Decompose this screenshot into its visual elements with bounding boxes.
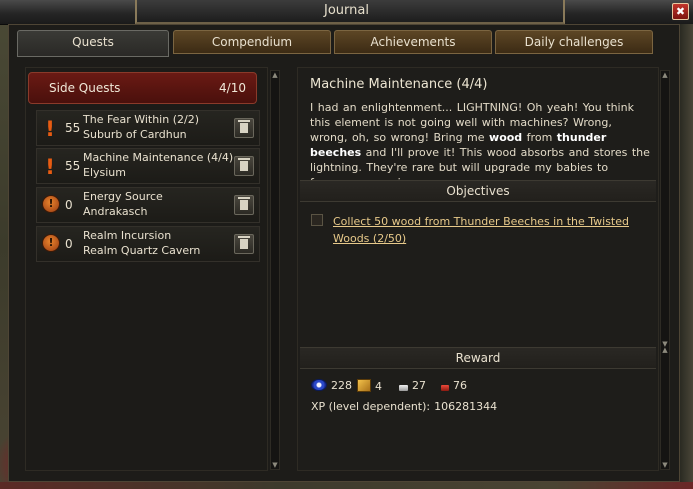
scroll-down-icon[interactable]: ▼ [662, 462, 668, 469]
scroll-up-icon[interactable]: ▲ [272, 72, 278, 79]
reward-copper: 76 [441, 379, 467, 392]
quest-zone: Suburb of Cardhun [83, 128, 187, 141]
right-edge-background [680, 24, 693, 489]
tab-bar: Quests Compendium Achievements Daily cha… [14, 30, 654, 57]
objectives-header: Objectives [300, 180, 656, 202]
trash-icon [238, 197, 250, 210]
side-quests-header[interactable]: Side Quests 4/10 [28, 72, 257, 104]
eye-icon [311, 379, 327, 391]
warning-circle-icon: ! [42, 195, 60, 213]
trash-icon [238, 120, 250, 133]
quest-row[interactable]: ! 0 Energy Source Andrakasch [36, 187, 260, 223]
side-quests-count: 4/10 [219, 81, 246, 95]
delete-quest-button[interactable] [234, 156, 254, 176]
delete-quest-button[interactable] [234, 118, 254, 138]
xp-value: 106281344 [434, 400, 498, 413]
bottom-edge-background [0, 482, 693, 489]
quest-row[interactable]: ! 55 Machine Maintenance (4/4) Elysium [36, 148, 260, 184]
scroll-up-icon[interactable]: ▲ [662, 72, 668, 79]
window-title: Journal [324, 3, 369, 18]
reward-silver: 27 [399, 379, 426, 392]
delete-quest-button[interactable] [234, 234, 254, 254]
quest-level: 55 [65, 159, 81, 173]
gold-icon [357, 379, 371, 392]
quest-zone: Elysium [83, 166, 126, 179]
reward-copper-value: 76 [453, 379, 467, 392]
quest-row[interactable]: ! 0 Realm Incursion Realm Quartz Cavern [36, 226, 260, 262]
quest-list-scrollbar[interactable]: ▲ ▼ [270, 70, 280, 470]
objective-link[interactable]: Collect 50 wood from Thunder Beeches in … [333, 213, 633, 247]
delete-quest-button[interactable] [234, 195, 254, 215]
objective-checkbox[interactable] [311, 214, 323, 226]
tab-daily-challenges[interactable]: Daily challenges [495, 30, 653, 54]
tab-quests[interactable]: Quests [17, 30, 169, 57]
side-quests-label: Side Quests [49, 81, 121, 95]
warning-circle-icon: ! [42, 234, 60, 252]
quest-name: Energy Source [83, 190, 163, 203]
copper-icon [441, 385, 449, 391]
quest-name: The Fear Within (2/2) [83, 113, 199, 126]
close-button[interactable]: ✖ [672, 3, 689, 20]
title-bar[interactable]: Journal ✖ [0, 0, 693, 25]
tab-achievements[interactable]: Achievements [334, 30, 492, 54]
close-icon: ✖ [675, 5, 686, 18]
reward-gold: 4 [357, 379, 382, 393]
quest-zone: Andrakasch [83, 205, 148, 218]
quest-level: 55 [65, 121, 81, 135]
description-text: from [522, 131, 557, 144]
quest-name: Realm Incursion [83, 229, 172, 242]
quest-level: 0 [65, 198, 73, 212]
xp-reward: XP (level dependent): 106281344 [311, 400, 497, 413]
reward-eye-value: 228 [331, 379, 352, 392]
quest-detail-scrollbar[interactable]: ▲ ▼ ▲ ▼ [660, 70, 670, 470]
quest-level: 0 [65, 237, 73, 251]
quest-name: Machine Maintenance (4/4) [83, 151, 234, 164]
tab-compendium[interactable]: Compendium [173, 30, 331, 54]
exclamation-icon: ! [45, 117, 55, 141]
trash-icon [238, 158, 250, 171]
exclamation-icon: ! [45, 155, 55, 179]
trash-icon [238, 236, 250, 249]
journal-window: Journal ✖ Quests Compendium Achievements… [0, 0, 693, 489]
quest-detail-title: Machine Maintenance (4/4) [310, 77, 488, 92]
scroll-down-icon[interactable]: ▼ [272, 462, 278, 469]
quest-zone: Realm Quartz Cavern [83, 244, 201, 257]
quest-description: I had an enlightenment... LIGHTNING! Oh … [310, 100, 650, 190]
description-highlight: wood [489, 131, 523, 144]
reward-eye: 228 [311, 379, 352, 392]
reward-gold-value: 4 [375, 380, 382, 393]
quest-row[interactable]: ! 55 The Fear Within (2/2) Suburb of Car… [36, 110, 260, 146]
xp-label: XP (level dependent): [311, 400, 431, 413]
scroll-up-icon[interactable]: ▲ [662, 347, 668, 354]
reward-header: Reward [300, 347, 656, 369]
silver-icon [399, 385, 408, 391]
reward-silver-value: 27 [412, 379, 426, 392]
